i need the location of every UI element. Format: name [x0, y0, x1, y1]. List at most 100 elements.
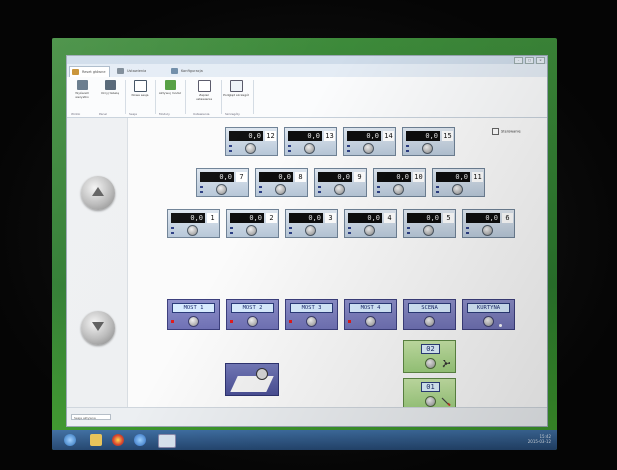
module-icon: [164, 80, 176, 90]
dial-knob[interactable]: [246, 225, 257, 236]
internet-icon[interactable]: [134, 434, 146, 446]
motor-control-most-3[interactable]: MOST 3: [285, 299, 338, 330]
control-checkbox[interactable]: Sterowanie: [492, 128, 521, 135]
arrow-up-icon: [92, 187, 104, 196]
tab-config[interactable]: Konfiguracja: [169, 66, 207, 76]
channel-control-4[interactable]: 0,0 4: [344, 209, 397, 238]
ribbon-button-label: Aktywuj moduł: [158, 91, 182, 95]
channel-control-7[interactable]: 0,0 7: [196, 168, 249, 197]
checkbox-label: Sterowanie: [501, 129, 521, 134]
scroll-up-knob[interactable]: [81, 176, 115, 210]
detail-preview-button[interactable]: Podgląd szczegół: [223, 80, 249, 108]
channel-control-2[interactable]: 0,0 2: [226, 209, 279, 238]
indicator-led: [259, 186, 262, 188]
dial-knob[interactable]: [483, 316, 494, 327]
channel-control-3[interactable]: 0,0 3: [285, 209, 338, 238]
window-titlebar: – □ ×: [67, 56, 547, 64]
dial-knob[interactable]: [452, 184, 463, 195]
channel-control-15[interactable]: 0,0 15: [402, 127, 455, 156]
status-field[interactable]: Sesja aktywna: [71, 414, 111, 420]
ribbon-button-label: Ukryj tabelę: [100, 91, 120, 95]
indicator-led: [348, 227, 351, 229]
channel-control-1[interactable]: 0,0 1: [167, 209, 220, 238]
channel-number: 4: [384, 213, 395, 223]
motor-control-most-2[interactable]: MOST 2: [226, 299, 279, 330]
close-button[interactable]: ×: [536, 57, 545, 64]
value-display: 0,0: [348, 213, 382, 223]
dial-knob[interactable]: [425, 358, 436, 369]
minimize-button[interactable]: –: [514, 57, 523, 64]
app-window: – □ × Reset główne Ustawienia Konfigurac…: [66, 55, 548, 427]
app-window-taskbar-icon[interactable]: [158, 434, 176, 448]
start-button-icon[interactable]: [64, 434, 76, 446]
activate-module-button[interactable]: Aktywuj moduł: [157, 80, 183, 108]
indicator-led: [289, 227, 292, 229]
dial-knob[interactable]: [305, 225, 316, 236]
browser-icon[interactable]: [112, 434, 124, 446]
dial-knob[interactable]: [393, 184, 404, 195]
hide-table-button[interactable]: Ukryj tabelę: [97, 80, 123, 108]
dial-knob[interactable]: [275, 184, 286, 195]
dial-knob[interactable]: [216, 184, 227, 195]
fan-icon: [442, 360, 450, 368]
value-display: 0,0: [406, 131, 440, 141]
control-panel: Sterowanie 0,0 12 0,0 13 0,0 14 0,0 15 0…: [128, 118, 547, 411]
dial-knob[interactable]: [422, 143, 433, 154]
channel-control-8[interactable]: 0,0 8: [255, 168, 308, 197]
document-icon: [197, 80, 211, 92]
dial-knob[interactable]: [363, 143, 374, 154]
save-settings-button[interactable]: Zapisz ustawienia: [191, 80, 217, 108]
checkbox-box[interactable]: [492, 128, 499, 135]
tab-label: Konfiguracja: [181, 69, 203, 73]
channel-control-12[interactable]: 0,0 12: [225, 127, 278, 156]
dial-knob[interactable]: [425, 396, 436, 407]
dial-knob[interactable]: [364, 225, 375, 236]
channel-control-14[interactable]: 0,0 14: [343, 127, 396, 156]
maximize-button[interactable]: □: [525, 57, 534, 64]
screen: – □ × Reset główne Ustawienia Konfigurac…: [52, 38, 557, 450]
dial-knob[interactable]: [245, 143, 256, 154]
dial-knob[interactable]: [365, 316, 376, 327]
channel-control-11[interactable]: 0,0 11: [432, 168, 485, 197]
dial-knob[interactable]: [187, 225, 198, 236]
indicator-led: [229, 150, 232, 152]
value-display: 0,0: [259, 172, 293, 182]
dial-knob[interactable]: [423, 225, 434, 236]
dial-knob[interactable]: [304, 143, 315, 154]
dial-knob[interactable]: [482, 225, 493, 236]
dial-knob[interactable]: [247, 316, 258, 327]
scene-preview-button[interactable]: [225, 363, 279, 396]
channel-control-9[interactable]: 0,0 9: [314, 168, 367, 197]
dial-knob[interactable]: [188, 316, 199, 327]
show-all-button[interactable]: Wyświetl wszystko: [69, 80, 95, 108]
ribbon-group-label: Sesja: [129, 112, 137, 116]
tab-settings[interactable]: Ustawienia: [115, 66, 150, 76]
motor-label: KURTYNA: [467, 303, 510, 313]
folder-icon[interactable]: [90, 434, 102, 446]
indicator-led: [200, 191, 203, 193]
motor-control-most-4[interactable]: MOST 4: [344, 299, 397, 330]
dial-knob[interactable]: [306, 316, 317, 327]
motor-control-kurtyna[interactable]: KURTYNA: [462, 299, 515, 330]
tab-main[interactable]: Reset główne: [69, 66, 111, 77]
indicator-led: [229, 145, 232, 147]
fan-control[interactable]: 02: [403, 340, 456, 373]
indicator-led: [230, 227, 233, 229]
status-led: [289, 320, 292, 323]
motor-control-most-1[interactable]: MOST 1: [167, 299, 220, 330]
channel-control-13[interactable]: 0,0 13: [284, 127, 337, 156]
indicator-led: [230, 232, 233, 234]
dial-knob[interactable]: [424, 316, 435, 327]
indicator-led: [288, 145, 291, 147]
channel-control-5[interactable]: 0,0 5: [403, 209, 456, 238]
motor-control-scena[interactable]: SCENA: [403, 299, 456, 330]
status-led: [171, 320, 174, 323]
dial-knob[interactable]: [334, 184, 345, 195]
system-tray: 15:42 2015-03-12: [528, 434, 551, 444]
new-session-button[interactable]: Nowa sesja: [127, 80, 153, 108]
channel-control-6[interactable]: 0,0 6: [462, 209, 515, 238]
indicator-led: [348, 232, 351, 234]
scroll-down-knob[interactable]: [81, 311, 115, 345]
indicator-led: [407, 232, 410, 234]
channel-control-10[interactable]: 0,0 10: [373, 168, 426, 197]
